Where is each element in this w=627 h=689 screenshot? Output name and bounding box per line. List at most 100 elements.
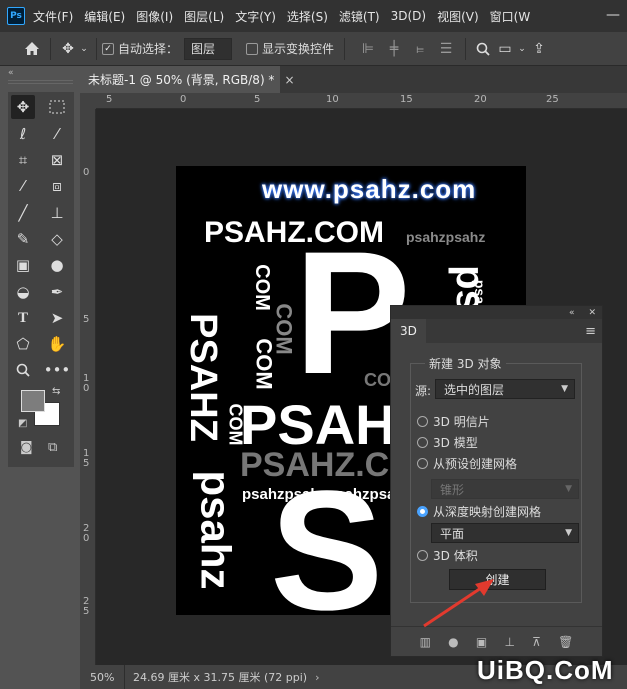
pen-tool-icon[interactable]: ✒ xyxy=(45,280,69,304)
source-dropdown[interactable]: 选中的图层 ▼ xyxy=(435,379,575,399)
marquee-tool-icon[interactable] xyxy=(45,95,69,119)
delete-icon[interactable]: 🗑 xyxy=(558,635,573,649)
material-icon[interactable]: ▣ xyxy=(476,635,487,649)
minimize-icon[interactable]: — xyxy=(606,7,620,23)
screen-mode-icon[interactable]: ⧉ xyxy=(48,440,57,455)
swap-colors-icon[interactable]: ⇆ xyxy=(52,386,60,397)
option-model[interactable]: 3D 模型 xyxy=(417,434,478,451)
workspace-chevron-icon[interactable]: ⌄ xyxy=(516,44,528,54)
blur-tool-icon[interactable]: ● xyxy=(45,253,69,277)
radio-button[interactable] xyxy=(417,550,428,561)
zoom-tool-icon[interactable] xyxy=(11,358,35,382)
menu-layer[interactable]: 图层(L) xyxy=(184,8,224,25)
distribute-icon[interactable]: ☰ xyxy=(433,41,459,57)
layer-dropdown[interactable]: 图层 xyxy=(184,37,233,60)
share-icon[interactable]: ⇪ xyxy=(528,41,550,57)
preset-dropdown[interactable]: 锥形 ▼ xyxy=(431,479,579,499)
tools-column: ✥ ℓ ⁄ ⌗ ⊠ ⁄ ⧈ ╱ ⊥ ✎ ◇ ▣ ● ◒ ✒ T ➤ ⬠ ✋ ••… xyxy=(8,92,74,467)
depth-dropdown[interactable]: 平面 ▼ xyxy=(431,523,579,543)
option-postcard[interactable]: 3D 明信片 xyxy=(417,413,490,430)
vertical-psahz: PSAHZ xyxy=(181,313,224,442)
close-tab-icon[interactable]: × xyxy=(284,73,294,87)
align-right-icon[interactable]: ⫢ xyxy=(407,41,433,57)
menu-image[interactable]: 图像(I) xyxy=(136,8,173,25)
menu-3d[interactable]: 3D(D) xyxy=(391,9,426,23)
vertical-com: COM xyxy=(251,338,277,390)
radio-button-selected[interactable] xyxy=(417,506,428,517)
panel-close-icon[interactable]: ✕ xyxy=(588,308,596,318)
ruler-label: 20 xyxy=(474,94,487,105)
scene-icon[interactable]: ⊥ xyxy=(504,635,514,649)
ruler-label: 1 0 xyxy=(83,373,90,394)
panel-collapse-icon[interactable]: « xyxy=(569,308,575,318)
menu-type[interactable]: 文字(Y) xyxy=(235,8,276,25)
menu-view[interactable]: 视图(V) xyxy=(437,8,479,25)
lasso-tool-icon[interactable]: ℓ xyxy=(11,122,35,146)
preset-value: 锥形 xyxy=(440,482,465,497)
panel-menu-icon[interactable]: ≡ xyxy=(585,324,596,339)
dodge-tool-icon[interactable]: ◒ xyxy=(11,280,35,304)
option-depth-map[interactable]: 从深度映射创建网格 xyxy=(417,503,541,520)
document-tab[interactable]: 未标题-1 @ 50% (背景, RGB/8) * × xyxy=(80,66,295,93)
ruler-label: 2 0 xyxy=(83,523,90,544)
frame-tool-icon[interactable]: ⊠ xyxy=(45,148,69,172)
chevron-down-icon[interactable]: ⌄ xyxy=(77,44,91,54)
menu-filter[interactable]: 滤镜(T) xyxy=(339,8,380,25)
eyedropper-icon[interactable]: ⁄ xyxy=(11,174,35,198)
ruler-vertical[interactable]: 0 5 1 0 1 5 2 0 2 5 xyxy=(80,109,96,665)
foreground-color-swatch[interactable] xyxy=(21,390,45,412)
tab-3d[interactable]: 3D xyxy=(391,319,426,343)
auto-select-checkbox[interactable]: ✓ xyxy=(102,42,114,55)
crop-tool-icon[interactable]: ⌗ xyxy=(11,148,35,172)
gradient-tool-icon[interactable]: ▣ xyxy=(11,253,35,277)
option-preset-mesh[interactable]: 从预设创建网格 xyxy=(417,455,517,472)
auto-select-label: 自动选择： xyxy=(118,42,179,56)
option-volume[interactable]: 3D 体积 xyxy=(417,547,478,564)
radio-button[interactable] xyxy=(417,416,428,427)
eraser-tool-icon[interactable]: ◇ xyxy=(45,227,69,251)
home-icon[interactable] xyxy=(22,41,42,56)
light-icon[interactable]: ● xyxy=(448,635,458,649)
move-tool-icon[interactable]: ✥ xyxy=(11,95,35,119)
document-info: 24.69 厘米 x 31.75 厘米 (72 ppi) xyxy=(133,671,308,684)
ruler-label: 1 5 xyxy=(83,448,90,469)
menu-window[interactable]: 窗口(W xyxy=(490,8,531,25)
menu-bar: Ps 文件(F) 编辑(E) 图像(I) 图层(L) 文字(Y) 选择(S) 滤… xyxy=(0,0,627,32)
align-center-icon[interactable]: ╪ xyxy=(381,41,407,57)
history-brush-icon[interactable]: ✎ xyxy=(11,227,35,251)
radio-button[interactable] xyxy=(417,458,428,469)
menu-select[interactable]: 选择(S) xyxy=(287,8,328,25)
menu-file[interactable]: 文件(F) xyxy=(33,8,73,25)
stamp-tool-icon[interactable]: ⊥ xyxy=(45,201,69,225)
brush-tool-icon[interactable]: ╱ xyxy=(11,201,35,225)
chevron-down-icon: ▼ xyxy=(565,528,572,538)
spot-heal-icon[interactable]: ⧈ xyxy=(45,174,69,198)
ruler-label: 5 xyxy=(83,314,90,325)
shape-tool-icon[interactable]: ⬠ xyxy=(11,332,35,356)
magic-wand-icon[interactable]: ⁄ xyxy=(45,122,69,146)
radio-button[interactable] xyxy=(417,437,428,448)
workspace-icon[interactable]: ▭ xyxy=(494,41,516,57)
default-colors-icon[interactable]: ◩ xyxy=(18,418,27,429)
search-icon[interactable] xyxy=(472,42,494,56)
type-tool-icon[interactable]: T xyxy=(11,306,35,330)
collapse-icon[interactable]: « xyxy=(8,68,14,78)
zoom-level[interactable]: 50% xyxy=(90,671,124,684)
align-left-icon[interactable]: ⊫ xyxy=(355,41,381,57)
group-title: 新建 3D 对象 xyxy=(425,355,506,372)
show-transform-checkbox[interactable] xyxy=(246,42,259,55)
camera-icon[interactable]: ⊼ xyxy=(532,635,541,649)
quick-mask-icon[interactable]: ◙ xyxy=(20,440,33,455)
path-select-icon[interactable]: ➤ xyxy=(45,306,69,330)
mesh-icon[interactable]: ▥ xyxy=(420,635,431,649)
option-label: 3D 体积 xyxy=(433,549,478,563)
ruler-horizontal[interactable]: 5 0 5 10 15 20 25 xyxy=(96,93,627,109)
status-arrow-icon[interactable]: › xyxy=(315,671,319,684)
panel-footer: ▥ ● ▣ ⊥ ⊼ 🗑 xyxy=(391,626,602,656)
show-transform-label: 显示变换控件 xyxy=(262,42,335,56)
more-tools-icon[interactable]: ••• xyxy=(44,358,71,382)
menu-edit[interactable]: 编辑(E) xyxy=(84,8,125,25)
hand-tool-icon[interactable]: ✋ xyxy=(45,332,69,356)
new-3d-object-group: 新建 3D 对象 源: 选中的图层 ▼ 3D 明信片 3D 模型 从预设创建网格… xyxy=(410,355,582,603)
move-tool-icon[interactable]: ✥ xyxy=(59,41,77,57)
